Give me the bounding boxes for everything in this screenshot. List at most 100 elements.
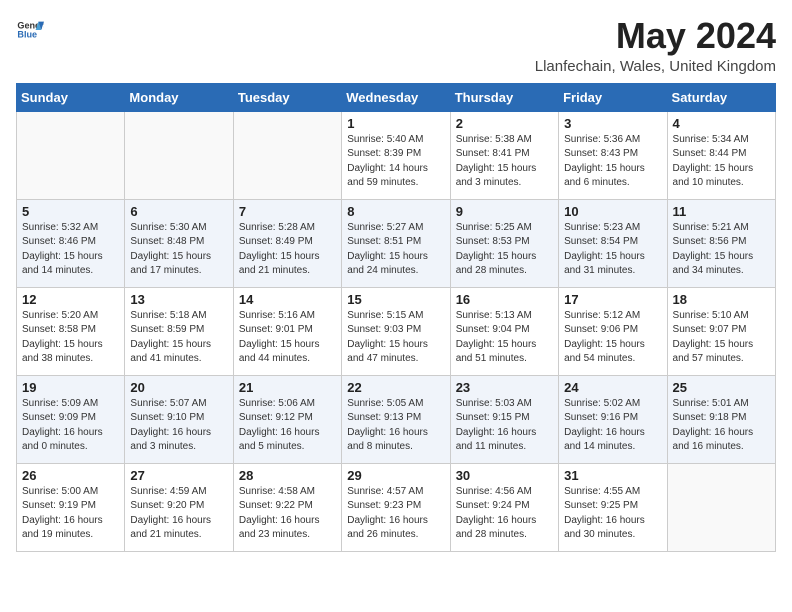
empty-day-cell — [125, 111, 233, 199]
calendar-day-cell: 13 Sunrise: 5:18 AM Sunset: 8:59 PM Dayli… — [125, 287, 233, 375]
day-info: Sunrise: 5:00 AM Sunset: 9:19 PM Dayligh… — [22, 485, 119, 543]
calendar-day-cell: 9 Sunrise: 5:25 AM Sunset: 8:53 PM Daylig… — [450, 199, 558, 287]
calendar-table: SundayMondayTuesdayWednesdayThursdayFrid… — [16, 83, 776, 552]
day-of-week-header: Sunday — [17, 83, 125, 111]
calendar-day-cell: 29 Sunrise: 4:57 AM Sunset: 9:23 PM Dayli… — [342, 463, 450, 551]
day-info: Sunrise: 5:20 AM Sunset: 8:58 PM Dayligh… — [22, 309, 119, 367]
page-header: General Blue May 2024 Llanfechain, Wales… — [16, 16, 776, 75]
day-number: 16 — [456, 292, 553, 307]
day-number: 11 — [673, 204, 770, 219]
day-number: 26 — [22, 468, 119, 483]
empty-day-cell — [233, 111, 341, 199]
day-info: Sunrise: 5:32 AM Sunset: 8:46 PM Dayligh… — [22, 221, 119, 279]
day-number: 29 — [347, 468, 444, 483]
day-info: Sunrise: 5:10 AM Sunset: 9:07 PM Dayligh… — [673, 309, 770, 367]
day-number: 25 — [673, 380, 770, 395]
calendar-day-cell: 23 Sunrise: 5:03 AM Sunset: 9:15 PM Dayli… — [450, 375, 558, 463]
day-info: Sunrise: 5:34 AM Sunset: 8:44 PM Dayligh… — [673, 133, 770, 191]
day-of-week-header: Thursday — [450, 83, 558, 111]
day-of-week-header: Saturday — [667, 83, 775, 111]
calendar-week-row: 19 Sunrise: 5:09 AM Sunset: 9:09 PM Dayli… — [17, 375, 776, 463]
day-number: 27 — [130, 468, 227, 483]
day-info: Sunrise: 5:03 AM Sunset: 9:15 PM Dayligh… — [456, 397, 553, 455]
calendar-day-cell: 12Sunrise: 5:20 AM Sunset: 8:58 PM Dayli… — [17, 287, 125, 375]
day-info: Sunrise: 5:23 AM Sunset: 8:54 PM Dayligh… — [564, 221, 661, 279]
day-info: Sunrise: 5:09 AM Sunset: 9:09 PM Dayligh… — [22, 397, 119, 455]
calendar-day-cell: 1Sunrise: 5:40 AM Sunset: 8:39 PM Daylig… — [342, 111, 450, 199]
day-info: Sunrise: 5:13 AM Sunset: 9:04 PM Dayligh… — [456, 309, 553, 367]
calendar-day-cell: 21Sunrise: 5:06 AM Sunset: 9:12 PM Dayli… — [233, 375, 341, 463]
day-info: Sunrise: 5:18 AM Sunset: 8:59 PM Dayligh… — [130, 309, 227, 367]
calendar-day-cell: 8 Sunrise: 5:27 AM Sunset: 8:51 PM Daylig… — [342, 199, 450, 287]
calendar-day-cell: 17 Sunrise: 5:12 AM Sunset: 9:06 PM Dayli… — [559, 287, 667, 375]
day-number: 6 — [130, 204, 227, 219]
calendar-day-cell: 10 Sunrise: 5:23 AM Sunset: 8:54 PM Dayli… — [559, 199, 667, 287]
day-info: Sunrise: 5:38 AM Sunset: 8:41 PM Dayligh… — [456, 133, 553, 191]
calendar-week-row: 5Sunrise: 5:32 AM Sunset: 8:46 PM Daylig… — [17, 199, 776, 287]
calendar-day-cell: 24 Sunrise: 5:02 AM Sunset: 9:16 PM Dayli… — [559, 375, 667, 463]
day-number: 20 — [130, 380, 227, 395]
day-number: 2 — [456, 116, 553, 131]
calendar-day-cell: 27 Sunrise: 4:59 AM Sunset: 9:20 PM Dayli… — [125, 463, 233, 551]
calendar-day-cell: 19 Sunrise: 5:09 AM Sunset: 9:09 PM Dayli… — [17, 375, 125, 463]
day-number: 23 — [456, 380, 553, 395]
calendar-week-row: 12Sunrise: 5:20 AM Sunset: 8:58 PM Dayli… — [17, 287, 776, 375]
day-info: Sunrise: 4:57 AM Sunset: 9:23 PM Dayligh… — [347, 485, 444, 543]
logo-icon: General Blue — [16, 16, 44, 44]
calendar-day-cell: 11 Sunrise: 5:21 AM Sunset: 8:56 PM Dayli… — [667, 199, 775, 287]
calendar-week-row: 26 Sunrise: 5:00 AM Sunset: 9:19 PM Dayli… — [17, 463, 776, 551]
day-info: Sunrise: 4:55 AM Sunset: 9:25 PM Dayligh… — [564, 485, 661, 543]
day-info: Sunrise: 5:27 AM Sunset: 8:51 PM Dayligh… — [347, 221, 444, 279]
calendar-week-row: 1Sunrise: 5:40 AM Sunset: 8:39 PM Daylig… — [17, 111, 776, 199]
day-number: 19 — [22, 380, 119, 395]
calendar-day-cell: 30Sunrise: 4:56 AM Sunset: 9:24 PM Dayli… — [450, 463, 558, 551]
days-header-row: SundayMondayTuesdayWednesdayThursdayFrid… — [17, 83, 776, 111]
calendar-day-cell: 18 Sunrise: 5:10 AM Sunset: 9:07 PM Dayli… — [667, 287, 775, 375]
day-number: 22 — [347, 380, 444, 395]
day-number: 17 — [564, 292, 661, 307]
logo: General Blue — [16, 16, 44, 44]
calendar-day-cell: 2 Sunrise: 5:38 AM Sunset: 8:41 PM Daylig… — [450, 111, 558, 199]
day-number: 9 — [456, 204, 553, 219]
day-info: Sunrise: 4:58 AM Sunset: 9:22 PM Dayligh… — [239, 485, 336, 543]
calendar-day-cell: 22Sunrise: 5:05 AM Sunset: 9:13 PM Dayli… — [342, 375, 450, 463]
day-info: Sunrise: 5:07 AM Sunset: 9:10 PM Dayligh… — [130, 397, 227, 455]
calendar-day-cell: 3 Sunrise: 5:36 AM Sunset: 8:43 PM Daylig… — [559, 111, 667, 199]
day-info: Sunrise: 5:12 AM Sunset: 9:06 PM Dayligh… — [564, 309, 661, 367]
day-info: Sunrise: 4:59 AM Sunset: 9:20 PM Dayligh… — [130, 485, 227, 543]
day-info: Sunrise: 5:16 AM Sunset: 9:01 PM Dayligh… — [239, 309, 336, 367]
month-year: May 2024 — [535, 16, 776, 56]
day-info: Sunrise: 5:25 AM Sunset: 8:53 PM Dayligh… — [456, 221, 553, 279]
day-info: Sunrise: 5:01 AM Sunset: 9:18 PM Dayligh… — [673, 397, 770, 455]
day-info: Sunrise: 5:40 AM Sunset: 8:39 PM Dayligh… — [347, 133, 444, 191]
day-of-week-header: Friday — [559, 83, 667, 111]
calendar-day-cell: 25 Sunrise: 5:01 AM Sunset: 9:18 PM Dayli… — [667, 375, 775, 463]
day-number: 3 — [564, 116, 661, 131]
day-number: 21 — [239, 380, 336, 395]
day-info: Sunrise: 5:36 AM Sunset: 8:43 PM Dayligh… — [564, 133, 661, 191]
calendar-day-cell: 14 Sunrise: 5:16 AM Sunset: 9:01 PM Dayli… — [233, 287, 341, 375]
day-info: Sunrise: 5:02 AM Sunset: 9:16 PM Dayligh… — [564, 397, 661, 455]
day-number: 18 — [673, 292, 770, 307]
location: Llanfechain, Wales, United Kingdom — [535, 58, 776, 75]
day-number: 7 — [239, 204, 336, 219]
calendar-day-cell: 6Sunrise: 5:30 AM Sunset: 8:48 PM Daylig… — [125, 199, 233, 287]
day-info: Sunrise: 5:21 AM Sunset: 8:56 PM Dayligh… — [673, 221, 770, 279]
empty-day-cell — [17, 111, 125, 199]
day-number: 10 — [564, 204, 661, 219]
day-number: 31 — [564, 468, 661, 483]
calendar-day-cell: 16 Sunrise: 5:13 AM Sunset: 9:04 PM Dayli… — [450, 287, 558, 375]
title-block: May 2024 Llanfechain, Wales, United King… — [535, 16, 776, 75]
calendar-day-cell: 28 Sunrise: 4:58 AM Sunset: 9:22 PM Dayli… — [233, 463, 341, 551]
day-number: 14 — [239, 292, 336, 307]
calendar-day-cell: 26 Sunrise: 5:00 AM Sunset: 9:19 PM Dayli… — [17, 463, 125, 551]
day-number: 28 — [239, 468, 336, 483]
calendar-day-cell: 15Sunrise: 5:15 AM Sunset: 9:03 PM Dayli… — [342, 287, 450, 375]
calendar-day-cell: 31 Sunrise: 4:55 AM Sunset: 9:25 PM Dayli… — [559, 463, 667, 551]
day-number: 24 — [564, 380, 661, 395]
day-number: 30 — [456, 468, 553, 483]
day-of-week-header: Wednesday — [342, 83, 450, 111]
day-number: 13 — [130, 292, 227, 307]
day-number: 4 — [673, 116, 770, 131]
day-number: 8 — [347, 204, 444, 219]
